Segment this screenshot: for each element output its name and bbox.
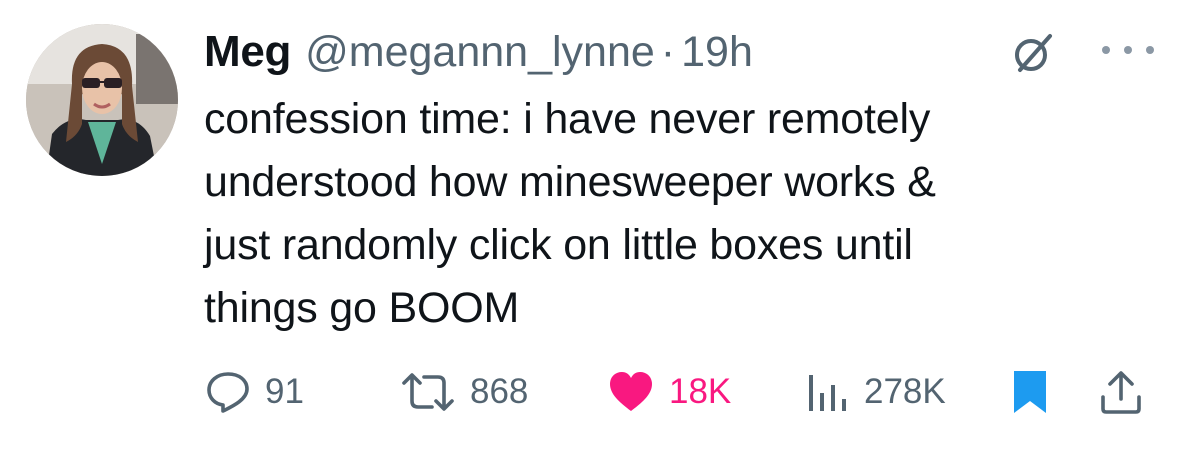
view-count: 278K [864, 372, 946, 411]
profile-photo [26, 24, 178, 176]
retweet-arrows-icon [402, 373, 454, 411]
tweet-text-line: confession time: i have never remotely [204, 95, 931, 143]
share-button[interactable] [1098, 362, 1144, 422]
like-count: 18K [669, 372, 732, 411]
share-upload-icon [1101, 371, 1141, 414]
like-button[interactable]: 18K [607, 362, 731, 422]
views-button[interactable]: 278K [806, 362, 946, 422]
heart-icon [610, 372, 652, 411]
reply-bubble-icon [207, 372, 249, 413]
tweet-text-line: things go BOOM [204, 284, 520, 332]
avatar[interactable] [26, 24, 178, 176]
bookmark-button[interactable] [1012, 362, 1048, 422]
author-handle[interactable]: @megannn_lynne [305, 28, 655, 77]
tweet-text: confession time: i have never remotely u… [204, 88, 1144, 340]
more-dots-icon[interactable] [1102, 30, 1154, 70]
bar-chart-icon [809, 375, 846, 411]
retweet-count: 868 [470, 372, 529, 411]
tweet-text-line: understood how minesweeper works & [204, 158, 936, 206]
reply-count: 91 [265, 372, 304, 411]
author-name[interactable]: Meg [204, 27, 291, 77]
timestamp[interactable]: 19h [681, 28, 753, 77]
retweet-button[interactable]: 868 [400, 362, 528, 422]
grok-slash-icon[interactable] [1012, 32, 1054, 74]
bookmark-icon [1014, 371, 1046, 413]
separator-dot: · [660, 27, 676, 76]
reply-button[interactable]: 91 [205, 362, 304, 422]
action-bar: 91 868 18K 278K [0, 362, 1179, 422]
tweet-text-line: just randomly click on little boxes unti… [204, 221, 913, 269]
